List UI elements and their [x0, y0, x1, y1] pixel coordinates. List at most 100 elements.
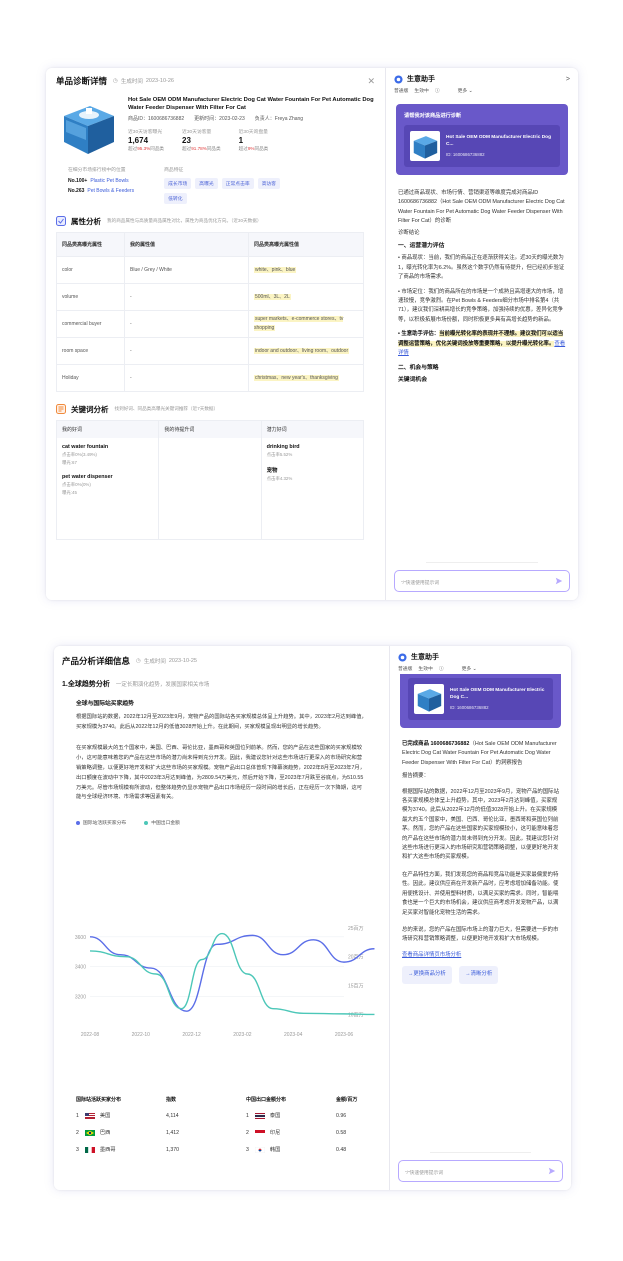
keyword-icon — [56, 404, 66, 414]
assistant-title: 生意助手 — [407, 76, 435, 83]
table-row: commercial buyer - super markets、e-commerc… — [56, 310, 364, 338]
stats-row: 近30天访客曝光 1,674 超过95.3%同品类 近30天访客量 23 超过9… — [128, 128, 375, 152]
attr-section-header: 属性分析 我的商品属性与高质量商品属性对比，属性为商品优化方向。（近30天数据） — [46, 212, 385, 230]
prompt-input[interactable]: “/”快速使用提示词 — [394, 570, 570, 592]
kw-col-good: 我的好词 cat water fountain 点击率0%(3.49%) 曝光:… — [57, 421, 160, 539]
page-title: 单品诊断详情 — [56, 76, 108, 86]
analysis-panel: 产品分析详细信息 ◷ 生成时间 2023-10-25 1.全球趋势分析 一定长期… — [54, 646, 390, 1190]
x-tick-label: 2023-02 — [233, 1032, 252, 1038]
buyer-country-table: 国际站活跃买家分布 指数 1 美国 4,114 2 巴西 1,412 3 墨西哥 1,370 — [76, 1092, 206, 1158]
tags-block: 商品特征 成长市场 高曝光 正常点击率 高访客 低转化 — [164, 166, 294, 204]
legend-item[interactable]: 国际站活跃买家分布 — [76, 819, 126, 826]
product-id: 商品ID：1600686736882 — [128, 116, 185, 122]
more-menu[interactable]: 更多 ⌄ — [458, 87, 473, 94]
section-heading: 二、机会与策略 — [398, 364, 439, 371]
analysis-window: 产品分析详细信息 ◷ 生成时间 2023-10-25 1.全球趋势分析 一定长期… — [54, 646, 571, 1190]
generated-meta: ◷ 生成时间 2023-10-26 — [113, 78, 174, 85]
list-item[interactable]: cat water fountain 点击率0%(3.49%) 曝光:67 — [57, 438, 158, 468]
y2-tick-label: 25百万 — [348, 926, 364, 932]
report-label: 报告摘要： — [402, 773, 429, 780]
section-title: 1.全球趋势分析 — [62, 681, 110, 688]
product-summary: Hot Sale OEM ODM Manufacturer Electric D… — [46, 94, 385, 158]
brazil-flag-icon — [84, 1129, 95, 1136]
section-heading: 一、运营潜力评估 — [398, 243, 445, 250]
assistant-paragraph: • 市场定位：我们的商品所在的市场是一个成熟且高增速大的市场，增速较慢，竞争激烈… — [398, 288, 564, 323]
clock-icon: ◷ — [136, 658, 141, 664]
stat-visitors: 近30天访客量 23 超过91.78%同品类 — [182, 130, 221, 151]
kw-col-potential: 潜力好词 drinking bird 点击率5.52% 宠物 点击率4.32% — [261, 421, 363, 539]
product-thumb — [414, 684, 444, 714]
y-tick-label: 3400 — [75, 965, 86, 971]
assistant-panel: 生意助手 > 普通版 生效中 ⓘ 更多 ⌄ 请帮我对该商品进行诊断 Hot Sa… — [386, 68, 578, 600]
attribute-table: 同品类高曝光属性 我的属性值 同品类高曝光属性值 color Blue / Gre… — [56, 232, 364, 392]
send-icon[interactable] — [548, 1167, 556, 1175]
close-icon[interactable]: ✕ — [367, 76, 375, 87]
rank-block: 在细分市场排行榜中的位置 No.100+ Plastic Pet Bowls No… — [68, 168, 135, 194]
country-tables: 国际站活跃买家分布 指数 1 美国 4,114 2 巴西 1,412 3 墨西哥 1,370 … — [76, 1092, 376, 1158]
export-series-line[interactable] — [89, 932, 375, 1016]
table-row: 1 美国 4,114 — [76, 1112, 179, 1120]
mode-label[interactable]: 普通版 — [398, 665, 412, 672]
feature-tag: 正常点击率 — [221, 178, 254, 189]
info-icon[interactable]: ⓘ — [439, 665, 444, 672]
clear-analysis-button[interactable]: →清晰分析 — [459, 966, 499, 984]
sub-title: 全球与国际站买家趋势 — [76, 701, 134, 707]
kw-col-improve: 我的待提升词 — [159, 421, 262, 539]
stat-inquiries: 近30天询盘量 1 超过9%同品类 — [238, 130, 269, 151]
list-item[interactable]: pet water dispenser 点击率0%(0%) 曝光:45 — [57, 468, 158, 498]
product-card[interactable]: Hot Sale OEM ODM Manufacturer Electric D… — [408, 678, 553, 720]
rank-category-link[interactable]: Plastic Pet Bowls — [90, 178, 128, 184]
legend-item[interactable]: 中国出口金额 — [144, 819, 180, 826]
assistant-panel: 生意助手 普通版 生效中 ⓘ 更多 ⌄ Hot Sale OEM ODM Man… — [390, 646, 571, 1190]
clock-icon: ◷ — [113, 78, 118, 84]
x-tick-label: 2022-10 — [132, 1032, 151, 1038]
trend-chart: 36003400320025百万20百万15百万10百万2022-08 2022-… — [75, 926, 375, 1038]
x-tick-label: 2023-06 — [335, 1032, 354, 1038]
info-icon[interactable]: ⓘ — [435, 87, 440, 94]
prompt-input[interactable]: “/”快速使用提示词 — [398, 1160, 563, 1182]
feature-tag: 高曝光 — [195, 178, 218, 189]
x-tick-label: 2022-08 — [81, 1032, 100, 1038]
assistant-paragraph: 总的来说，您的产品在国际市场上的潜力巨大，但需要进一步的市场研究和营销策略调整，… — [402, 926, 559, 943]
assistant-paragraph: • 生意助手评估：当前曝光转化率的表现并不理想。建议我们可以适当调整运营策略，优… — [398, 331, 566, 357]
mode-label[interactable]: 普通版 — [394, 87, 408, 94]
page-title: 产品分析详细信息 — [62, 656, 131, 666]
send-icon[interactable] — [555, 577, 563, 585]
change-product-button[interactable]: →更换商品分析 — [402, 966, 452, 984]
owner: 负责人：Freya Zhang — [254, 116, 304, 122]
product-name: Hot Sale OEM ODM Manufacturer Electric D… — [128, 97, 374, 111]
export-country-table: 中国出口金额分布 金额/百万 1 泰国 0.96 2 印尼 0.58 3 韩国 0.48 — [246, 1092, 376, 1158]
status-label: 生效中 — [418, 667, 433, 672]
rank-line: No.263 Pet Bowls & Feeders — [68, 188, 135, 194]
chart-legend: 国际站活跃买家分布 中国出口金额 — [54, 819, 389, 826]
table-row: 2 印尼 0.58 — [246, 1129, 347, 1137]
list-item[interactable]: drinking bird 点击率5.52% — [262, 438, 363, 460]
analysis-paragraph: 根据国际站的数据，2022年12月至2023年9月，宠物产品的国际站各买家规模总… — [76, 713, 367, 730]
assistant-paragraph: 在产品特性方面，我们发现您的商品和竞品功能是买家最偏爱的特性。因此，建议供应商在… — [402, 871, 559, 916]
list-item[interactable]: 宠物 点击率4.32% — [262, 460, 363, 484]
more-menu[interactable]: 更多 ⌄ — [462, 665, 477, 672]
product-card[interactable]: Hot Sale OEM ODM Manufacturer Electric D… — [404, 125, 560, 167]
indonesia-flag-icon — [254, 1129, 265, 1136]
assistant-logo-icon — [394, 74, 403, 84]
table-row: Holiday - christmas、new year's、thanksgivin… — [56, 364, 364, 392]
generated-meta: ◷ 生成时间 2023-10-25 — [136, 658, 197, 665]
y-tick-label: 3200 — [75, 994, 86, 1000]
table-row: color Blue / Grey / White white、pink、blue — [56, 256, 364, 284]
table-row: 1 泰国 0.96 — [246, 1112, 347, 1120]
korea-flag-icon — [254, 1146, 265, 1153]
table-row: 2 巴西 1,412 — [76, 1129, 179, 1137]
assistant-paragraph: • 商品现状：当前，我们的商品正在逐渐获得关注。近30天的曝光数为1，曝光转化率… — [398, 255, 565, 281]
request-card: 请帮我对该商品进行诊断 Hot Sale OEM ODM Manufacture… — [396, 104, 568, 175]
rank-category-link[interactable]: Pet Bowls & Feeders — [87, 188, 134, 194]
collapse-icon[interactable]: > — [566, 76, 570, 83]
request-card: Hot Sale OEM ODM Manufacturer Electric D… — [400, 674, 561, 728]
table-row: room space - indoor and outdoor、living roo… — [56, 337, 364, 365]
assistant-intro: 已完成商品 1600686736882（Hot Sale OEM ODM Man… — [402, 741, 557, 766]
market-analysis-link[interactable]: 查看商品详情页市场分析 — [402, 952, 461, 958]
product-image[interactable] — [56, 96, 120, 158]
diagnosis-panel: 单品诊断详情 ◷ 生成时间 2023-10-26 ✕ Hot Sale OEM … — [46, 68, 386, 600]
table-row: 3 墨西哥 1,370 — [76, 1146, 179, 1154]
kw-section-header: 关键词分析 找到好词、同品类高曝光关键词推荐（近7天数据） — [46, 400, 385, 418]
rank-line: No.100+ Plastic Pet Bowls — [68, 178, 129, 184]
